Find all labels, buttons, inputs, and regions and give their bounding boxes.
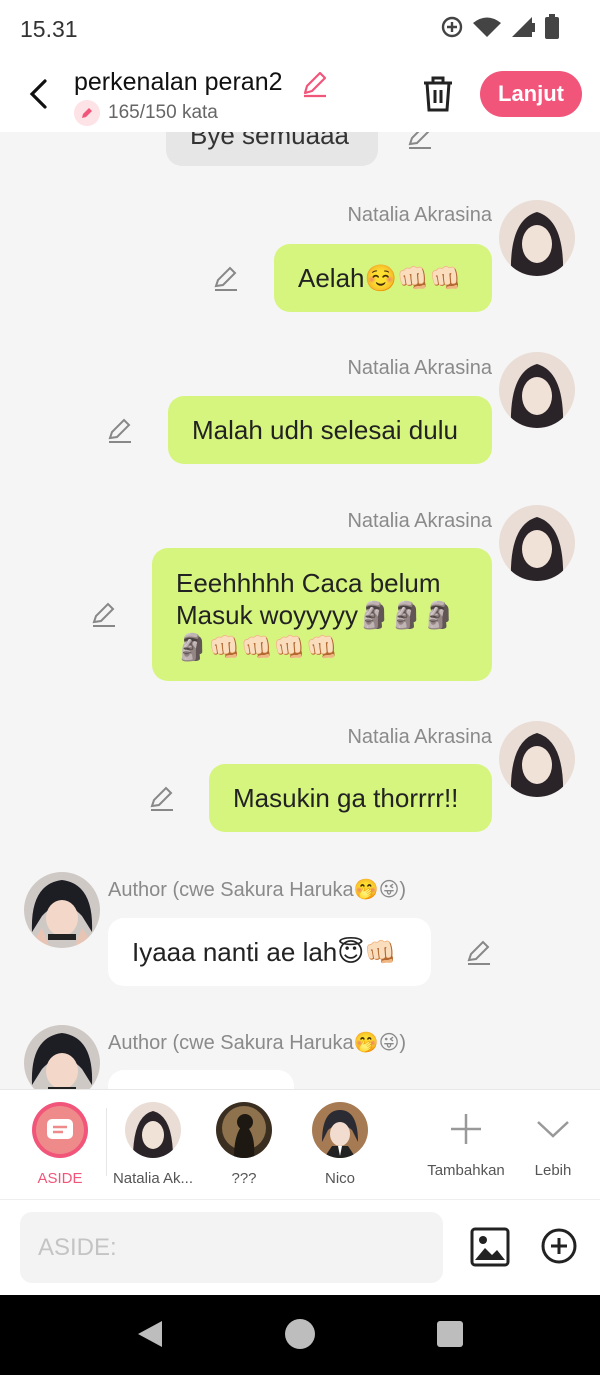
character-natalia[interactable]: Natalia Ak... [108,1102,198,1187]
character-label: Nico [324,1170,355,1187]
avatar[interactable] [499,721,575,797]
character-aside[interactable]: ASIDE [30,1102,90,1187]
message-bubble[interactable]: Bye semuaaa [166,132,378,166]
sender-name: Natalia Akrasina [347,510,492,532]
avatar[interactable] [499,352,575,428]
chat-area[interactable]: Bye semuaaa Natalia Akrasina Aelah☺️👊🏻👊🏻… [0,132,600,1089]
image-icon [470,1227,510,1267]
character-label: Natalia Ak... [112,1170,194,1187]
status-bar: 15.31 [0,0,600,60]
delete-button[interactable] [420,74,456,114]
message-input[interactable] [20,1212,443,1283]
character-label: ASIDE [37,1170,83,1187]
avatar[interactable] [499,505,575,581]
divider [106,1108,107,1176]
plus-circle-icon [541,1228,577,1264]
character-label: ??? [231,1170,257,1187]
edit-message-icon[interactable] [212,264,240,292]
message-text: Malah udh selesai dulu [192,415,458,445]
message-text: Bye semuaaa [190,132,349,150]
data-saver-icon [441,16,463,38]
page-title: perkenalan peran2 [74,68,283,96]
sender-name: Natalia Akrasina [347,204,492,226]
edit-message-icon[interactable] [148,784,176,812]
character-unknown[interactable]: ??? [214,1102,274,1187]
signal-icon [512,17,535,37]
system-nav-bar [0,1295,600,1375]
edit-message-icon[interactable] [90,600,118,628]
pencil-badge-icon [74,100,100,126]
character-nico[interactable]: Nico [310,1102,370,1187]
message-text: Iyaaa nanti ae lah😇👊🏻 [132,937,397,967]
edit-message-icon[interactable] [106,416,134,444]
image-button[interactable] [470,1227,510,1267]
message-bubble[interactable]: Aelah☺️👊🏻👊🏻 [274,244,492,312]
avatar-natalia [125,1102,181,1158]
nav-home-icon[interactable] [285,1319,315,1349]
nav-back-icon[interactable] [136,1319,164,1349]
add-label: Tambahkan [427,1162,505,1179]
word-count: 165/150 kata [74,100,218,126]
add-button[interactable] [540,1227,578,1265]
next-button[interactable]: Lanjut [480,71,582,117]
message-bubble[interactable]: Eeehhhhh Caca belum Masuk woyyyyy🗿🗿🗿 🗿👊🏻… [152,548,492,681]
message-text: Masuk woyyyyy🗿🗿🗿 [176,599,456,630]
message-text: Masukin ga thorrrr!! [233,783,459,813]
back-button[interactable] [20,74,56,114]
screen: 15.31 perkenalan peran2 165/150 kata Lan… [0,0,600,1375]
sender-name: Author (cwe Sakura Haruka🤭😜) [108,879,407,901]
battery-icon [545,14,559,39]
nav-recents-icon[interactable] [437,1321,463,1347]
avatar-nico [312,1102,368,1158]
avatar[interactable] [499,200,575,276]
sender-name: Natalia Akrasina [347,726,492,748]
sender-name: Author (cwe Sakura Haruka🤭😜) [108,1032,407,1054]
avatar-unknown [216,1102,272,1158]
trash-icon [424,76,452,112]
input-bar [0,1199,600,1295]
status-icons [440,14,560,40]
message-text: 🗿👊🏻👊🏻👊🏻👊🏻 [176,631,338,662]
plus-icon [451,1114,481,1144]
avatar[interactable] [24,872,100,948]
message-bubble[interactable] [108,1070,294,1089]
status-time: 15.31 [20,16,78,42]
edit-message-icon[interactable] [406,132,434,150]
message-text: Aelah☺️👊🏻👊🏻 [298,263,462,293]
more-button[interactable]: Lebih [526,1102,580,1179]
edit-title-button[interactable] [300,68,330,98]
pencil-icon [303,71,327,98]
message-text: Eeehhhhh Caca belum [176,567,441,598]
sender-name: Natalia Akrasina [347,357,492,379]
character-bar: ASIDE Natalia Ak... ??? Nico Tambahkan L… [0,1089,600,1199]
message-bubble[interactable]: Iyaaa nanti ae lah😇👊🏻 [108,918,431,986]
add-character-button[interactable]: Tambahkan [424,1102,508,1179]
wifi-icon [473,17,501,37]
avatar[interactable] [24,1025,100,1089]
message-bubble[interactable]: Malah udh selesai dulu [168,396,492,464]
word-count-text: 165/150 kata [108,102,218,123]
more-label: Lebih [534,1162,572,1179]
message-icon [32,1102,88,1158]
chevron-down-icon [537,1121,569,1138]
header: perkenalan peran2 165/150 kata Lanjut [0,60,600,132]
edit-message-icon[interactable] [465,938,493,966]
chevron-left-icon [29,79,47,109]
message-bubble[interactable]: Masukin ga thorrrr!! [209,764,492,832]
